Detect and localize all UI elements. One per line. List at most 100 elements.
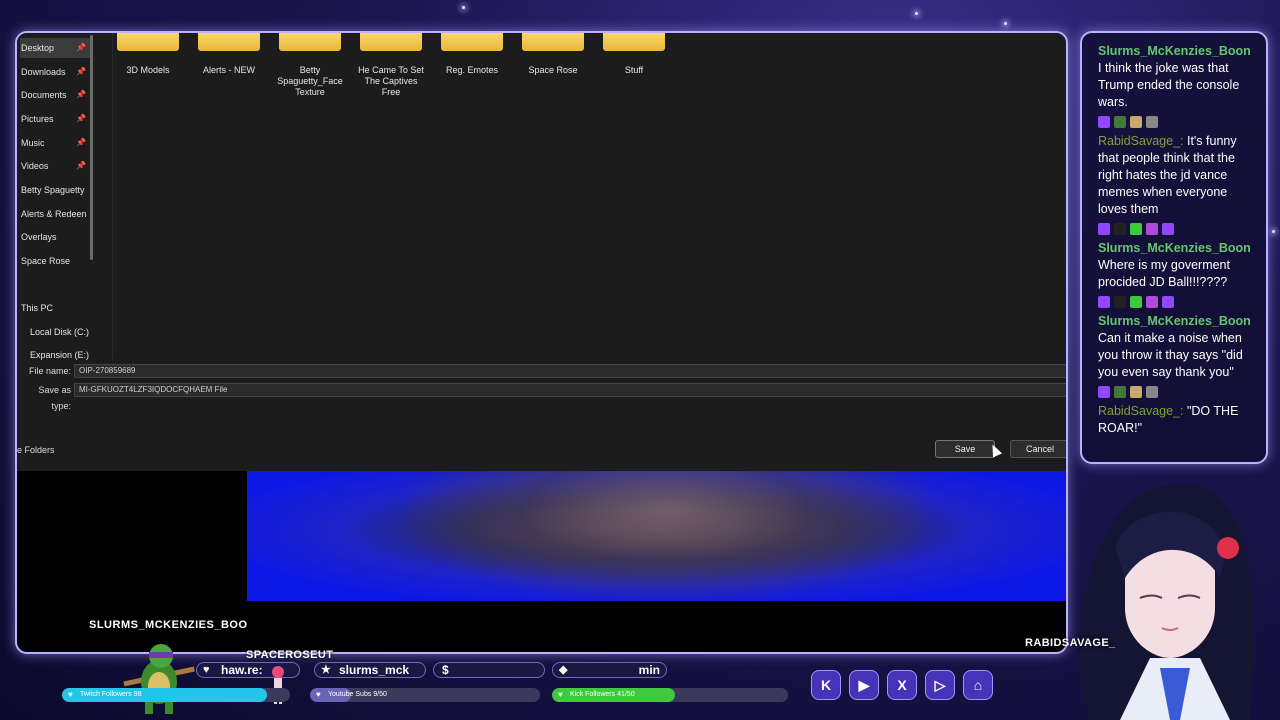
youtube-icon[interactable]: ▶ — [849, 670, 879, 700]
chat-username[interactable]: Slurms_McKenzies_Boon — [1098, 314, 1251, 328]
vtuber-avatar — [1079, 483, 1254, 720]
folder-item[interactable]: Betty Spaguetty_Face Texture — [277, 33, 343, 98]
badge-icon — [1114, 296, 1126, 308]
folder-icon — [198, 33, 260, 51]
nav-item[interactable]: Downloads 📌 — [20, 62, 90, 82]
youtube-subs-label: Youtube Subs 9/50 — [328, 691, 387, 698]
cancel-button[interactable]: Cancel — [1010, 440, 1066, 458]
chat-badges — [1098, 293, 1258, 311]
folder-item[interactable]: Stuff — [601, 33, 667, 76]
badge-icon — [1098, 386, 1110, 398]
nav-item[interactable]: Space Rose — [20, 251, 90, 271]
play-icon[interactable]: ▷ — [925, 670, 955, 700]
heart-icon: ♥ — [68, 690, 73, 699]
nav-item[interactable]: Music 📌 — [20, 133, 90, 153]
turtle-sprite — [123, 644, 195, 714]
nav-item-label: This PC — [21, 303, 54, 313]
badge-icon — [1130, 386, 1142, 398]
heart-ticker-text: haw.re: — [221, 663, 263, 677]
diamond-icon: ◆ — [559, 664, 568, 676]
twitch-followers-goal: ♥ Twitch Followers 98 — [62, 688, 290, 702]
nav-item-label: Downloads — [21, 67, 66, 77]
kick-followers-goal: ♥ Kick Followers 41/50 — [552, 688, 788, 702]
heart-icon: ♥ — [316, 690, 321, 699]
star-decoration — [915, 12, 918, 15]
folder-label: Betty Spaguetty_Face Texture — [277, 65, 343, 97]
pin-icon: 📌 — [76, 138, 86, 147]
nav-item[interactable]: Local Disk (C:) — [20, 322, 90, 342]
chat-username[interactable]: RabidSavage_: — [1098, 404, 1183, 418]
badge-icon — [1114, 116, 1126, 128]
nav-item-label: Overlays — [21, 232, 57, 242]
file-name-input[interactable]: OIP-270859689 — [74, 364, 1066, 378]
badge-icon — [1114, 223, 1126, 235]
last-event-label: SLURMS_MCKENZIES_BOO — [89, 619, 248, 631]
star-ticker-text: slurms_mck — [339, 663, 410, 677]
kick-followers-label: Kick Followers 41/50 — [570, 691, 635, 698]
pin-icon: 📌 — [76, 161, 86, 170]
folder-item[interactable]: Alerts - NEW — [196, 33, 262, 76]
pin-icon: 📌 — [76, 67, 86, 76]
x-icon[interactable]: X — [887, 670, 917, 700]
save-button[interactable]: Save — [935, 440, 995, 458]
chat-message: RabidSavage_: It's funny that people thi… — [1098, 133, 1258, 218]
dollar-ticker: $ — [433, 662, 545, 678]
stream-capture-frame: Desktop 📌 Downloads 📌 Documents 📌 Pictures 📌 Mus… — [15, 31, 1068, 654]
nav-item[interactable]: Expansion (E:) — [20, 345, 90, 365]
folder-item[interactable]: He Came To Set The Captives Free — [358, 33, 424, 98]
folder-icon — [279, 33, 341, 51]
folder-item[interactable]: Space Rose — [520, 33, 586, 76]
nav-scrollbar[interactable] — [90, 35, 93, 260]
nav-item[interactable]: This PC — [20, 298, 90, 318]
file-name-label: File name: — [28, 366, 71, 376]
badge-icon — [1130, 296, 1142, 308]
chat-text: Where is my goverment procided JD Ball!!… — [1098, 258, 1230, 289]
badge-icon — [1146, 116, 1158, 128]
chat-username[interactable]: Slurms_McKenzies_Boon — [1098, 44, 1251, 58]
hide-folders-toggle[interactable]: e Folders — [17, 445, 55, 455]
badge-icon — [1098, 116, 1110, 128]
nav-item[interactable]: Documents 📌 — [20, 85, 90, 105]
heart-icon: ♥ — [203, 664, 210, 676]
nav-item[interactable]: Alerts & Redeen — [20, 204, 90, 224]
nav-item[interactable]: Desktop 📌 — [20, 38, 90, 58]
badge-icon — [1146, 386, 1158, 398]
folder-label: Reg. Emotes — [445, 65, 499, 75]
chat-message: Slurms_McKenzies_Boon Can it make a noise… — [1098, 313, 1258, 381]
kick-icon[interactable]: K — [811, 670, 841, 700]
chat-badges — [1098, 220, 1258, 238]
folder-item[interactable]: 3D Models — [115, 33, 181, 76]
star-decoration — [1004, 22, 1007, 25]
chat-text: I think the joke was that Trump ended th… — [1098, 61, 1240, 109]
badge-icon — [1130, 116, 1142, 128]
chat-username[interactable]: Slurms_McKenzies_Boon — [1098, 241, 1251, 255]
nav-item-label: Space Rose — [21, 256, 71, 266]
folder-icon — [441, 33, 503, 51]
nav-item[interactable]: Betty Spaguetty — [20, 180, 90, 200]
folder-label: Alerts - NEW — [202, 65, 255, 75]
badge-icon — [1114, 386, 1126, 398]
folder-label: 3D Models — [126, 65, 170, 75]
badge-icon — [1162, 296, 1174, 308]
nav-item-label: Alerts & Redeen — [21, 209, 87, 219]
save-type-select[interactable]: MI-GFKUOZT4LZF3IQDOCFQHAEM File — [74, 383, 1066, 397]
twitch-icon[interactable]: ⌂ — [963, 670, 993, 700]
nav-item[interactable]: Videos 📌 — [20, 156, 90, 176]
nav-item[interactable]: Pictures 📌 — [20, 109, 90, 129]
spaceroseut-label: SPACEROSEUT — [246, 649, 334, 661]
badge-icon — [1146, 223, 1158, 235]
chat-message: Slurms_McKenzies_Boon Where is my goverme… — [1098, 240, 1258, 291]
badge-icon — [1098, 223, 1110, 235]
diamond-ticker-text: min — [638, 663, 660, 677]
chat-badges — [1098, 113, 1258, 131]
nav-item[interactable]: Overlays — [20, 227, 90, 247]
folder-icon — [603, 33, 665, 51]
vtuber-name: RABIDSAVAGE_ — [1025, 637, 1116, 649]
chat-username[interactable]: RabidSavage_: — [1098, 134, 1183, 148]
chat-badges — [1098, 383, 1258, 401]
nav-item-label: Videos — [21, 161, 49, 171]
badge-icon — [1130, 223, 1142, 235]
folder-icon — [117, 33, 179, 51]
folder-item[interactable]: Reg. Emotes — [439, 33, 505, 76]
star-decoration — [1272, 230, 1275, 233]
